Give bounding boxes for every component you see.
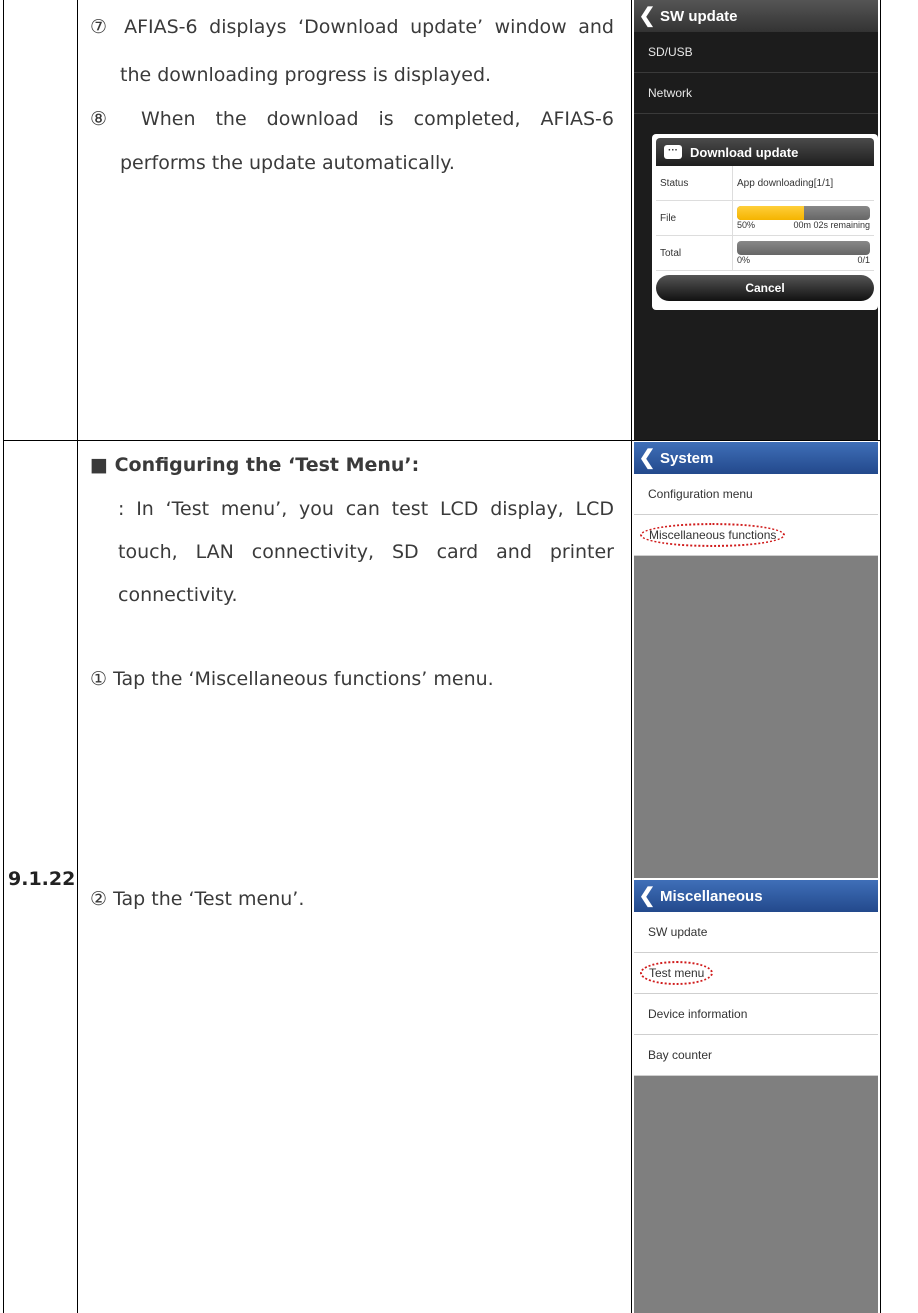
download-update-dialog: ··· Download update Status App downloadi…	[652, 134, 878, 310]
table-divider-col2	[631, 0, 632, 1313]
menu-item-configuration[interactable]: Configuration menu	[634, 474, 878, 515]
step2-text: ② Tap the ‘Test menu’.	[90, 888, 305, 910]
file-row: File 50% 00m 02s remaining	[656, 201, 874, 236]
sw-update-header: ❮ SW update	[634, 0, 878, 32]
miscellaneous-header: ❮ Miscellaneous	[634, 880, 878, 912]
table-border-right	[880, 0, 881, 1313]
step7-line1: ⑦ AFIAS-6 displays ‘Download update’ win…	[90, 16, 614, 38]
cancel-button[interactable]: Cancel	[656, 275, 874, 301]
back-chevron-icon[interactable]: ❮	[634, 448, 660, 468]
file-progress-bar	[737, 206, 870, 220]
table-border-left	[3, 0, 4, 1313]
miscellaneous-screen: ❮ Miscellaneous SW update Test menu Devi…	[634, 880, 878, 1313]
back-chevron-icon[interactable]: ❮	[634, 6, 660, 26]
total-progress-bar	[737, 241, 870, 255]
miscellaneous-title: Miscellaneous	[660, 887, 763, 905]
step7-line2: the downloading progress is displayed.	[120, 64, 492, 86]
system-header: ❮ System	[634, 442, 878, 474]
section-number: 9.1.22	[8, 868, 76, 890]
dialog-title-bar: ··· Download update	[656, 138, 874, 166]
system-screen: ❮ System Configuration menu Miscellaneou…	[634, 442, 878, 878]
total-row: Total 0% 0/1	[656, 236, 874, 271]
file-label: File	[656, 201, 733, 235]
status-value: App downloading[1/1]	[737, 177, 834, 189]
test-menu-heading: ■ Configuring the ‘Test Menu’:	[90, 454, 420, 476]
menu-item-device-information[interactable]: Device information	[634, 994, 878, 1035]
menu-item-miscellaneous-functions[interactable]: Miscellaneous functions	[634, 515, 878, 556]
menu-item-test-menu[interactable]: Test menu	[634, 953, 878, 994]
step1-text: ① Tap the ‘Miscellaneous functions’ menu…	[90, 668, 494, 690]
status-row: Status App downloading[1/1]	[656, 166, 874, 201]
highlight-circle: Test menu	[640, 961, 714, 985]
table-divider-col1	[77, 0, 78, 1313]
step8-line1: ⑧ When the download is completed, AFIAS-…	[90, 108, 614, 130]
sw-update-title: SW update	[660, 7, 738, 25]
menu-item-sd-usb[interactable]: SD/USB	[634, 32, 878, 73]
file-percent: 50%	[737, 220, 756, 230]
system-title: System	[660, 449, 714, 467]
menu-item-sw-update[interactable]: SW update	[634, 912, 878, 953]
sw-update-screen: ❮ SW update SD/USB Network ··· Download …	[634, 0, 878, 440]
desc-line2: touch, LAN connectivity, SD card and pri…	[118, 541, 614, 563]
desc-line1: : In ‘Test menu’, you can test LCD displ…	[118, 498, 614, 520]
menu-item-bay-counter[interactable]: Bay counter	[634, 1035, 878, 1076]
highlight-circle: Miscellaneous functions	[640, 523, 786, 547]
table-row-divider	[3, 440, 881, 441]
desc-line3: connectivity.	[118, 584, 238, 606]
step8-line2: performs the update automatically.	[120, 152, 455, 174]
status-label: Status	[656, 166, 733, 200]
dialog-title: Download update	[690, 144, 799, 160]
file-remaining: 00m 02s remaining	[793, 220, 870, 230]
message-bubble-icon: ···	[664, 145, 682, 159]
total-count: 0/1	[857, 255, 870, 265]
total-percent: 0%	[737, 255, 751, 265]
total-label: Total	[656, 236, 733, 270]
menu-item-network[interactable]: Network	[634, 73, 878, 114]
file-progress-fill	[737, 206, 804, 220]
back-chevron-icon[interactable]: ❮	[634, 886, 660, 906]
